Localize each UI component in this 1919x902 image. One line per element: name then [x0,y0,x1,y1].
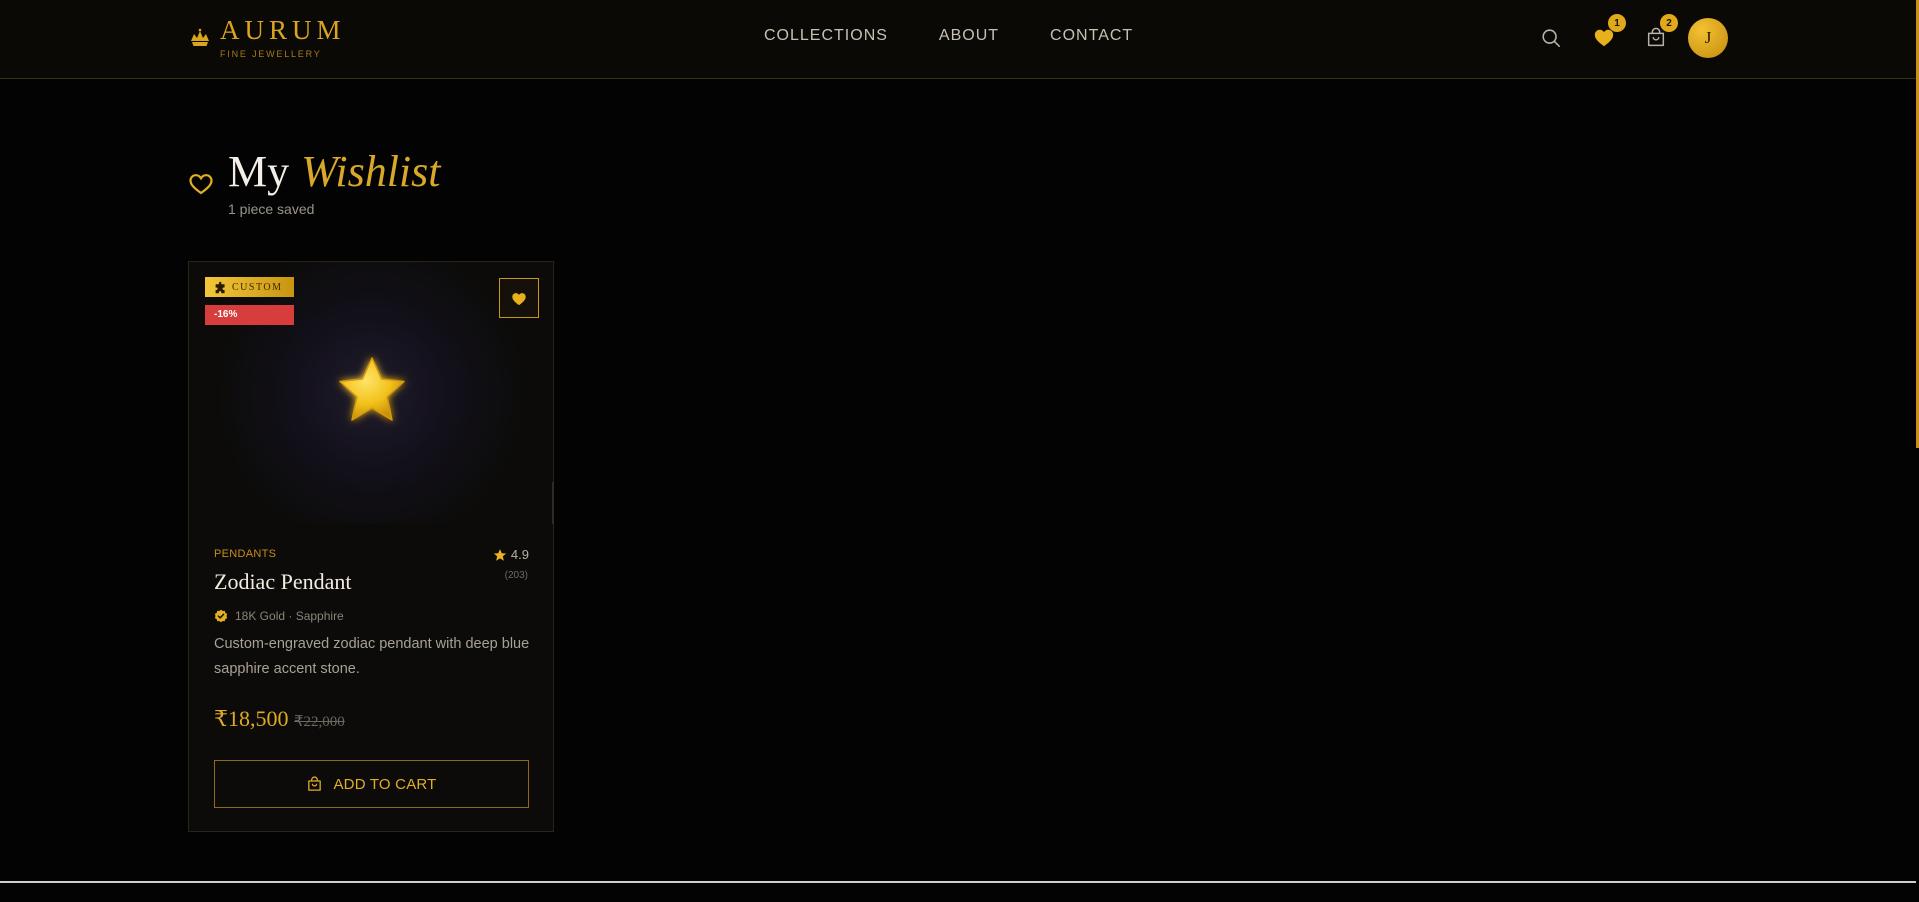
crown-logo-icon [191,28,209,46]
product-category: PENDANTS [214,548,277,560]
wishlist-count-badge: 1 [1608,14,1626,32]
product-card[interactable]: CUSTOM -16% PENDANTS 4.9 (203) Zodiac Pe… [188,261,554,832]
product-original-price: ₹22,000 [294,714,345,730]
heart-outline-icon [189,174,213,195]
review-count: (203) [504,570,528,581]
search-button[interactable] [1535,22,1567,54]
custom-tag: CUSTOM [205,277,294,297]
rating-value: 4.9 [510,547,529,562]
nav-collections[interactable]: COLLECTIONS [764,27,888,45]
search-icon [1542,29,1561,48]
main-nav: COLLECTIONS ABOUT CONTACT [764,27,1133,45]
shopping-bag-icon [308,775,322,791]
custom-tag-label: CUSTOM [232,281,283,293]
product-rating: 4.9 [493,547,529,562]
puzzle-icon [215,281,225,293]
product-name[interactable]: Zodiac Pendant [214,569,351,595]
brand-logo[interactable]: AURUM FINE JEWELLERY [188,16,346,64]
page-title-plain: My [228,147,290,196]
star-icon [493,548,507,561]
remove-from-wishlist-button[interactable] [499,278,539,318]
image-scroll-indicator [552,482,554,524]
nav-about[interactable]: ABOUT [939,27,999,45]
discount-tag: -16% [205,305,294,325]
add-to-cart-button[interactable]: ADD TO CART [214,760,529,808]
page-title: My Wishlist [228,144,441,200]
brand-name: AURUM [220,15,346,45]
product-description: Custom-engraved zodiac pendant with deep… [214,636,530,677]
user-avatar[interactable]: J [1688,18,1728,58]
star-pendant-image [339,357,405,421]
footer-divider [0,881,1916,883]
wishlist-button[interactable]: 1 [1588,14,1626,54]
page-title-accent: Wishlist [301,147,441,196]
product-price: ₹18,500 [214,706,289,731]
verified-badge-icon [214,609,228,623]
saved-count: 1 piece saved [228,201,315,217]
product-material: 18K Gold · Sapphire [214,609,344,623]
product-image[interactable]: CUSTOM -16% [189,262,554,524]
material-label: 18K Gold · Sapphire [235,609,344,623]
brand-tagline: FINE JEWELLERY [220,49,322,59]
cart-count-badge: 2 [1660,14,1678,32]
add-to-cart-label: ADD TO CART [333,775,437,793]
site-header: AURUM FINE JEWELLERY COLLECTIONS ABOUT C… [0,0,1916,79]
heart-icon [512,292,526,305]
nav-contact[interactable]: CONTACT [1050,27,1133,45]
cart-button[interactable]: 2 [1640,14,1678,54]
